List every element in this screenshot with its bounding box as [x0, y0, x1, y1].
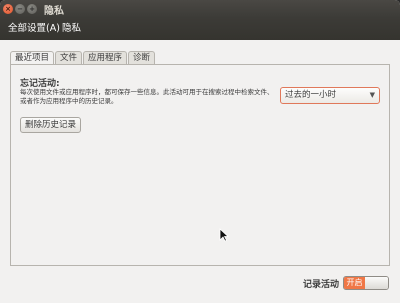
all-settings-button[interactable]: 全部设置(A) [6, 22, 62, 36]
period-select-value: 过去的一小时 [285, 90, 337, 100]
mouse-pointer-icon [219, 228, 229, 242]
breadcrumb-current[interactable]: 隐私 [60, 22, 83, 36]
tab-bar: 最近项目 文件 应用程序 诊断 [10, 51, 156, 66]
title-bar: × − + 隐私 [0, 0, 400, 18]
toggle-knob[interactable] [365, 277, 388, 289]
clear-history-button[interactable]: 删除历史记录 [20, 117, 82, 133]
close-window-button[interactable]: × [3, 4, 13, 14]
maximize-window-button[interactable]: + [27, 4, 37, 14]
tab-files[interactable]: 文件 [55, 51, 83, 65]
record-activity-toggle[interactable]: 开启 [343, 276, 389, 290]
period-select[interactable]: 过去的一小时 ▼ [280, 87, 380, 104]
toggle-on-label: 开启 [344, 277, 365, 289]
minimize-window-button[interactable]: − [15, 4, 25, 14]
window-title: 隐私 [44, 6, 64, 17]
record-activity-label: 记录活动 [303, 280, 340, 290]
forget-activity-description: 每次使用文件或应用程序时，都可保存一些信息。此活动可用于在搜索过程中检索文件、或… [20, 88, 274, 105]
close-icon: × [5, 4, 11, 13]
privacy-window: × − + 隐私 全部设置(A) 隐私 最近项目 文件 应用程序 诊断 忘记活动… [0, 0, 400, 303]
maximize-icon: + [29, 4, 35, 13]
tab-diagnostics[interactable]: 诊断 [128, 51, 156, 65]
toolbar: 全部设置(A) 隐私 [0, 18, 400, 40]
chevron-down-icon: ▼ [369, 91, 375, 99]
tab-applications[interactable]: 应用程序 [83, 51, 128, 65]
minimize-icon: − [17, 4, 23, 13]
